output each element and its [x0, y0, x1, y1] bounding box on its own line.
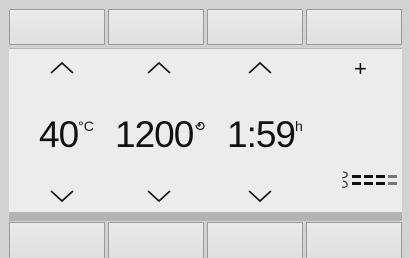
fan-speed-icon	[341, 171, 348, 188]
speed-segment	[388, 175, 397, 178]
chevron-down-icon	[147, 190, 171, 203]
time-up-button[interactable]	[247, 61, 273, 75]
top-button-3[interactable]	[207, 9, 303, 45]
speed-segment	[376, 175, 385, 178]
temperature-up-button[interactable]	[49, 61, 75, 75]
speed-value: 1200	[115, 114, 194, 155]
time-unit: h	[295, 118, 303, 134]
speed-segment	[364, 182, 373, 185]
temperature-unit: °C	[78, 118, 94, 134]
speed-segment	[352, 182, 361, 185]
top-button-4[interactable]	[306, 9, 402, 45]
speed-segment	[352, 175, 361, 178]
bottom-button-3[interactable]	[207, 222, 303, 258]
speed-segment	[388, 182, 397, 185]
time-readout: 1:59h	[227, 115, 303, 155]
speed-segment	[376, 182, 385, 185]
top-button-2[interactable]	[108, 9, 204, 45]
chevron-down-icon	[50, 190, 74, 203]
display-bottom-bezel	[9, 212, 402, 221]
top-button-1[interactable]	[9, 9, 105, 45]
chevron-up-icon	[147, 61, 171, 74]
time-value: 1:59	[227, 114, 296, 155]
speed-down-button[interactable]	[146, 189, 172, 203]
speed-up-button[interactable]	[146, 61, 172, 75]
temperature-down-button[interactable]	[49, 189, 75, 203]
chevron-up-icon	[50, 61, 74, 74]
plus-button[interactable]: +	[354, 58, 367, 80]
speed-readout: 1200	[115, 115, 205, 155]
fan-speed-indicator	[341, 171, 397, 188]
spin-icon	[195, 121, 205, 131]
bottom-button-2[interactable]	[108, 222, 204, 258]
chevron-up-icon	[248, 61, 272, 74]
bottom-button-row	[9, 222, 402, 258]
lcd-display: + 40°C 1200 1:59h	[9, 48, 402, 213]
temperature-readout: 40°C	[39, 115, 94, 155]
top-button-row	[9, 9, 402, 45]
bottom-button-4[interactable]	[306, 222, 402, 258]
time-down-button[interactable]	[247, 189, 273, 203]
speed-segment	[364, 175, 373, 178]
bottom-button-1[interactable]	[9, 222, 105, 258]
temperature-value: 40	[39, 114, 79, 155]
speed-level-bars	[352, 175, 397, 185]
chevron-down-icon	[248, 190, 272, 203]
